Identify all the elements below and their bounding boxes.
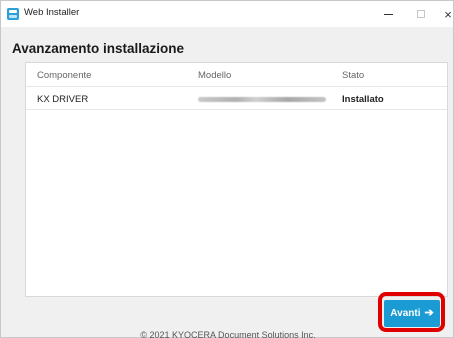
arrow-right-icon: ➔ [424,307,434,319]
installer-window: Web Installer × Avanzamento installazion… [0,0,454,338]
cell-status: Installato [342,94,384,105]
components-table: Componente Modello Stato KX DRIVER Insta… [25,62,448,297]
copyright-footer: © 2021 KYOCERA Document Solutions Inc. [140,330,316,338]
title-bar: Web Installer × [1,1,453,27]
window-title: Web Installer [24,7,80,18]
table-row: KX DRIVER Installato [26,88,447,110]
table-header: Componente Modello Stato [26,63,447,87]
column-header-status: Stato [342,70,365,81]
minimize-icon [383,13,393,15]
close-button[interactable]: × [431,1,454,27]
next-button-label: Avanti [390,308,421,319]
minimize-button[interactable] [371,1,405,27]
cell-model-redacted [198,97,326,102]
cell-component: KX DRIVER [37,94,89,105]
maximize-icon [417,10,425,18]
next-button[interactable]: Avanti ➔ [384,300,440,327]
app-icon [7,8,19,20]
column-header-component: Componente [37,70,92,81]
page-title: Avanzamento installazione [12,41,185,56]
column-header-model: Modello [198,70,232,81]
close-icon: × [444,6,452,22]
